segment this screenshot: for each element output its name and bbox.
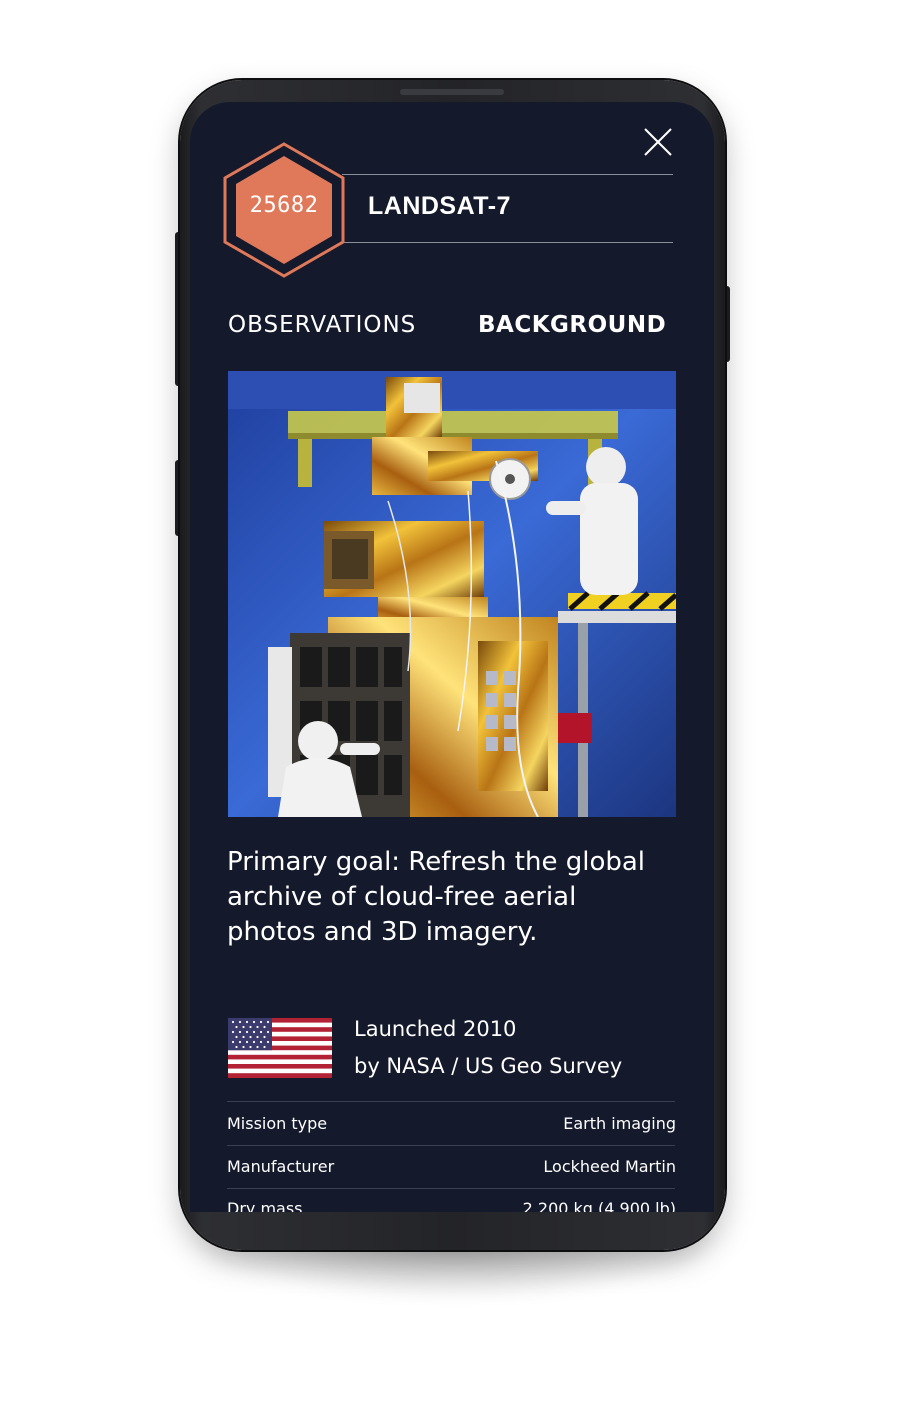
details-divider [227,1101,675,1102]
goal-line: photos and 3D imagery. [227,917,538,947]
detail-label-manufacturer: Manufacturer [227,1157,335,1176]
tab-observations[interactable]: OBSERVATIONS [228,312,416,338]
satellite-photo-illustration [228,371,676,817]
close-icon [644,128,672,156]
goal-line: archive of cloud-free aerial [227,882,577,912]
details-divider [227,1188,675,1189]
detail-label-mission-type: Mission type [227,1114,328,1133]
detail-value-dry-mass: 2,200 kg (4,900 lb) [522,1199,676,1212]
us-flag-icon [228,1018,332,1078]
launch-operator: by NASA / US Geo Survey [354,1054,623,1078]
earpiece [400,89,504,95]
stage: 25682 LANDSAT-7 OBSERVATIONS BACKGROUND [0,0,900,1420]
details-divider [227,1145,675,1146]
header-rule-bottom [342,242,673,243]
goal-line: Primary goal: Refresh the global [227,847,646,877]
primary-goal-text: Primary goal: Refresh the global archive… [227,845,682,950]
satellite-name: LANDSAT-7 [368,192,511,220]
detail-label-dry-mass: Dry mass [227,1199,303,1212]
detail-value-mission-type: Earth imaging [563,1114,676,1133]
close-button[interactable] [638,122,678,162]
satellite-photo [228,371,676,817]
tab-background[interactable]: BACKGROUND [478,312,666,338]
launch-year: Launched 2010 [354,1017,517,1041]
detail-value-manufacturer: Lockheed Martin [543,1157,676,1176]
header-rule-top [342,174,673,175]
app-screen: 25682 LANDSAT-7 OBSERVATIONS BACKGROUND [190,102,714,1212]
norad-id: 25682 [249,193,319,218]
